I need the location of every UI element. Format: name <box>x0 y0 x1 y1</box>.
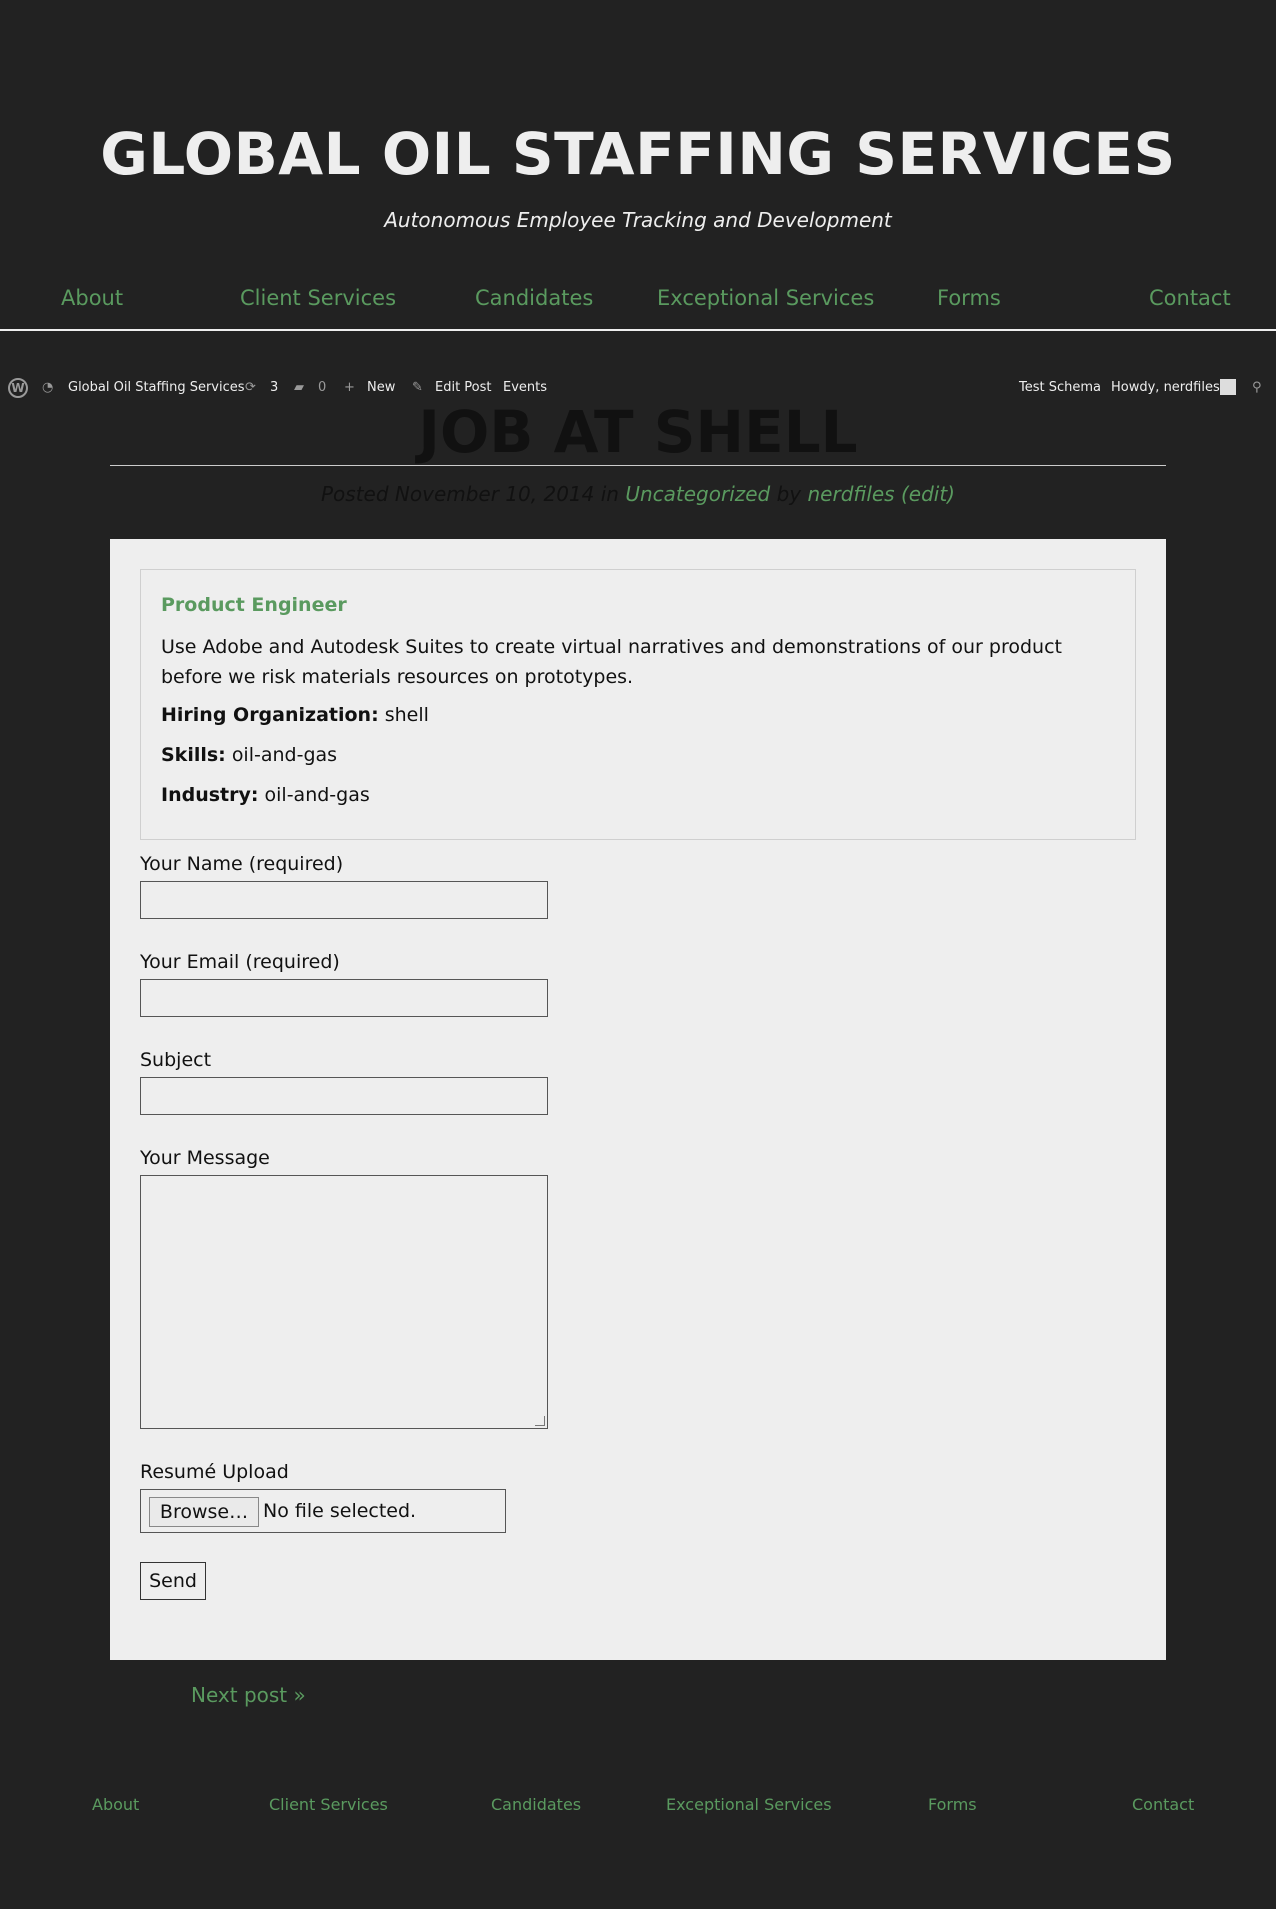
main-nav: About Client Services Candidates Excepti… <box>0 286 1276 316</box>
message-label: Your Message <box>140 1147 270 1169</box>
plus-icon[interactable]: + <box>344 380 355 395</box>
footer-nav-exceptional-services[interactable]: Exceptional Services <box>666 1795 832 1814</box>
comments-icon[interactable]: ▰ <box>294 380 304 395</box>
pencil-icon[interactable]: ✎ <box>412 380 423 395</box>
edit-link[interactable]: (edit) <box>901 482 955 506</box>
industry: Industry: oil-and-gas <box>161 784 370 806</box>
skills-value: oil-and-gas <box>231 744 338 766</box>
wordpress-icon[interactable]: W <box>8 378 28 398</box>
nav-divider <box>0 329 1276 331</box>
admin-test-schema[interactable]: Test Schema <box>1019 380 1101 395</box>
comments-count[interactable]: 0 <box>318 380 326 395</box>
hiring-organization: Hiring Organization: shell <box>161 704 429 726</box>
post-title: JOB AT SHELL <box>418 398 858 466</box>
email-input[interactable] <box>140 979 548 1017</box>
footer-nav-forms[interactable]: Forms <box>928 1795 977 1814</box>
footer-nav-client-services[interactable]: Client Services <box>269 1795 388 1814</box>
nav-forms[interactable]: Forms <box>937 286 1001 310</box>
site-title: GLOBAL OIL STAFFING SERVICES <box>100 120 1176 188</box>
avatar[interactable] <box>1220 379 1236 395</box>
post-meta: Posted November 10, 2014 in Uncategorize… <box>0 482 1276 506</box>
admin-howdy[interactable]: Howdy, nerdfiles <box>1111 380 1220 395</box>
name-label: Your Name (required) <box>140 853 344 875</box>
job-title: Product Engineer <box>161 594 347 616</box>
footer-nav-contact[interactable]: Contact <box>1132 1795 1194 1814</box>
nav-exceptional-services[interactable]: Exceptional Services <box>657 286 874 310</box>
category-link[interactable]: Uncategorized <box>625 482 770 506</box>
email-label: Your Email (required) <box>140 951 340 973</box>
name-input[interactable] <box>140 881 548 919</box>
footer-nav-candidates[interactable]: Candidates <box>491 1795 581 1814</box>
admin-new[interactable]: New <box>367 380 395 395</box>
updates-count[interactable]: 3 <box>270 380 278 395</box>
subject-input[interactable] <box>140 1077 548 1115</box>
post-content: Product Engineer Use Adobe and Autodesk … <box>110 539 1166 1660</box>
industry-label: Industry: <box>161 784 259 806</box>
nav-contact[interactable]: Contact <box>1149 286 1231 310</box>
resume-file-input[interactable]: Browse… No file selected. <box>140 1489 506 1533</box>
site-tagline: Autonomous Employee Tracking and Develop… <box>384 208 892 232</box>
hiring-value: shell <box>384 704 429 726</box>
resize-handle-icon[interactable] <box>535 1416 545 1426</box>
post-by: by <box>776 482 802 506</box>
job-description: Use Adobe and Autodesk Suites to create … <box>161 636 1062 688</box>
footer-nav-about[interactable]: About <box>92 1795 139 1814</box>
nav-client-services[interactable]: Client Services <box>240 286 396 310</box>
search-icon[interactable]: ⚲ <box>1252 380 1262 395</box>
skills: Skills: oil-and-gas <box>161 744 337 766</box>
resume-label: Resumé Upload <box>140 1461 289 1483</box>
author-link[interactable]: nerdfiles <box>808 482 895 506</box>
title-divider <box>110 465 1166 466</box>
dashboard-icon: ◔ <box>42 380 54 395</box>
nav-candidates[interactable]: Candidates <box>475 286 593 310</box>
updates-icon[interactable]: ⟳ <box>245 380 256 395</box>
admin-edit-post[interactable]: Edit Post <box>435 380 492 395</box>
browse-button[interactable]: Browse… <box>149 1497 259 1527</box>
next-post-link[interactable]: Next post » <box>191 1683 306 1707</box>
message-textarea[interactable] <box>140 1175 548 1429</box>
nav-about[interactable]: About <box>61 286 123 310</box>
send-button[interactable]: Send <box>140 1562 206 1600</box>
admin-site-name[interactable]: Global Oil Staffing Services <box>68 380 245 395</box>
subject-label: Subject <box>140 1049 212 1071</box>
post-date: Posted November 10, 2014 in <box>321 482 619 506</box>
job-posting: Product Engineer Use Adobe and Autodesk … <box>140 569 1136 840</box>
industry-value: oil-and-gas <box>264 784 370 806</box>
hiring-label: Hiring Organization: <box>161 704 379 726</box>
no-file-text: No file selected. <box>263 1500 417 1522</box>
admin-events[interactable]: Events <box>503 380 547 395</box>
skills-label: Skills: <box>161 744 226 766</box>
